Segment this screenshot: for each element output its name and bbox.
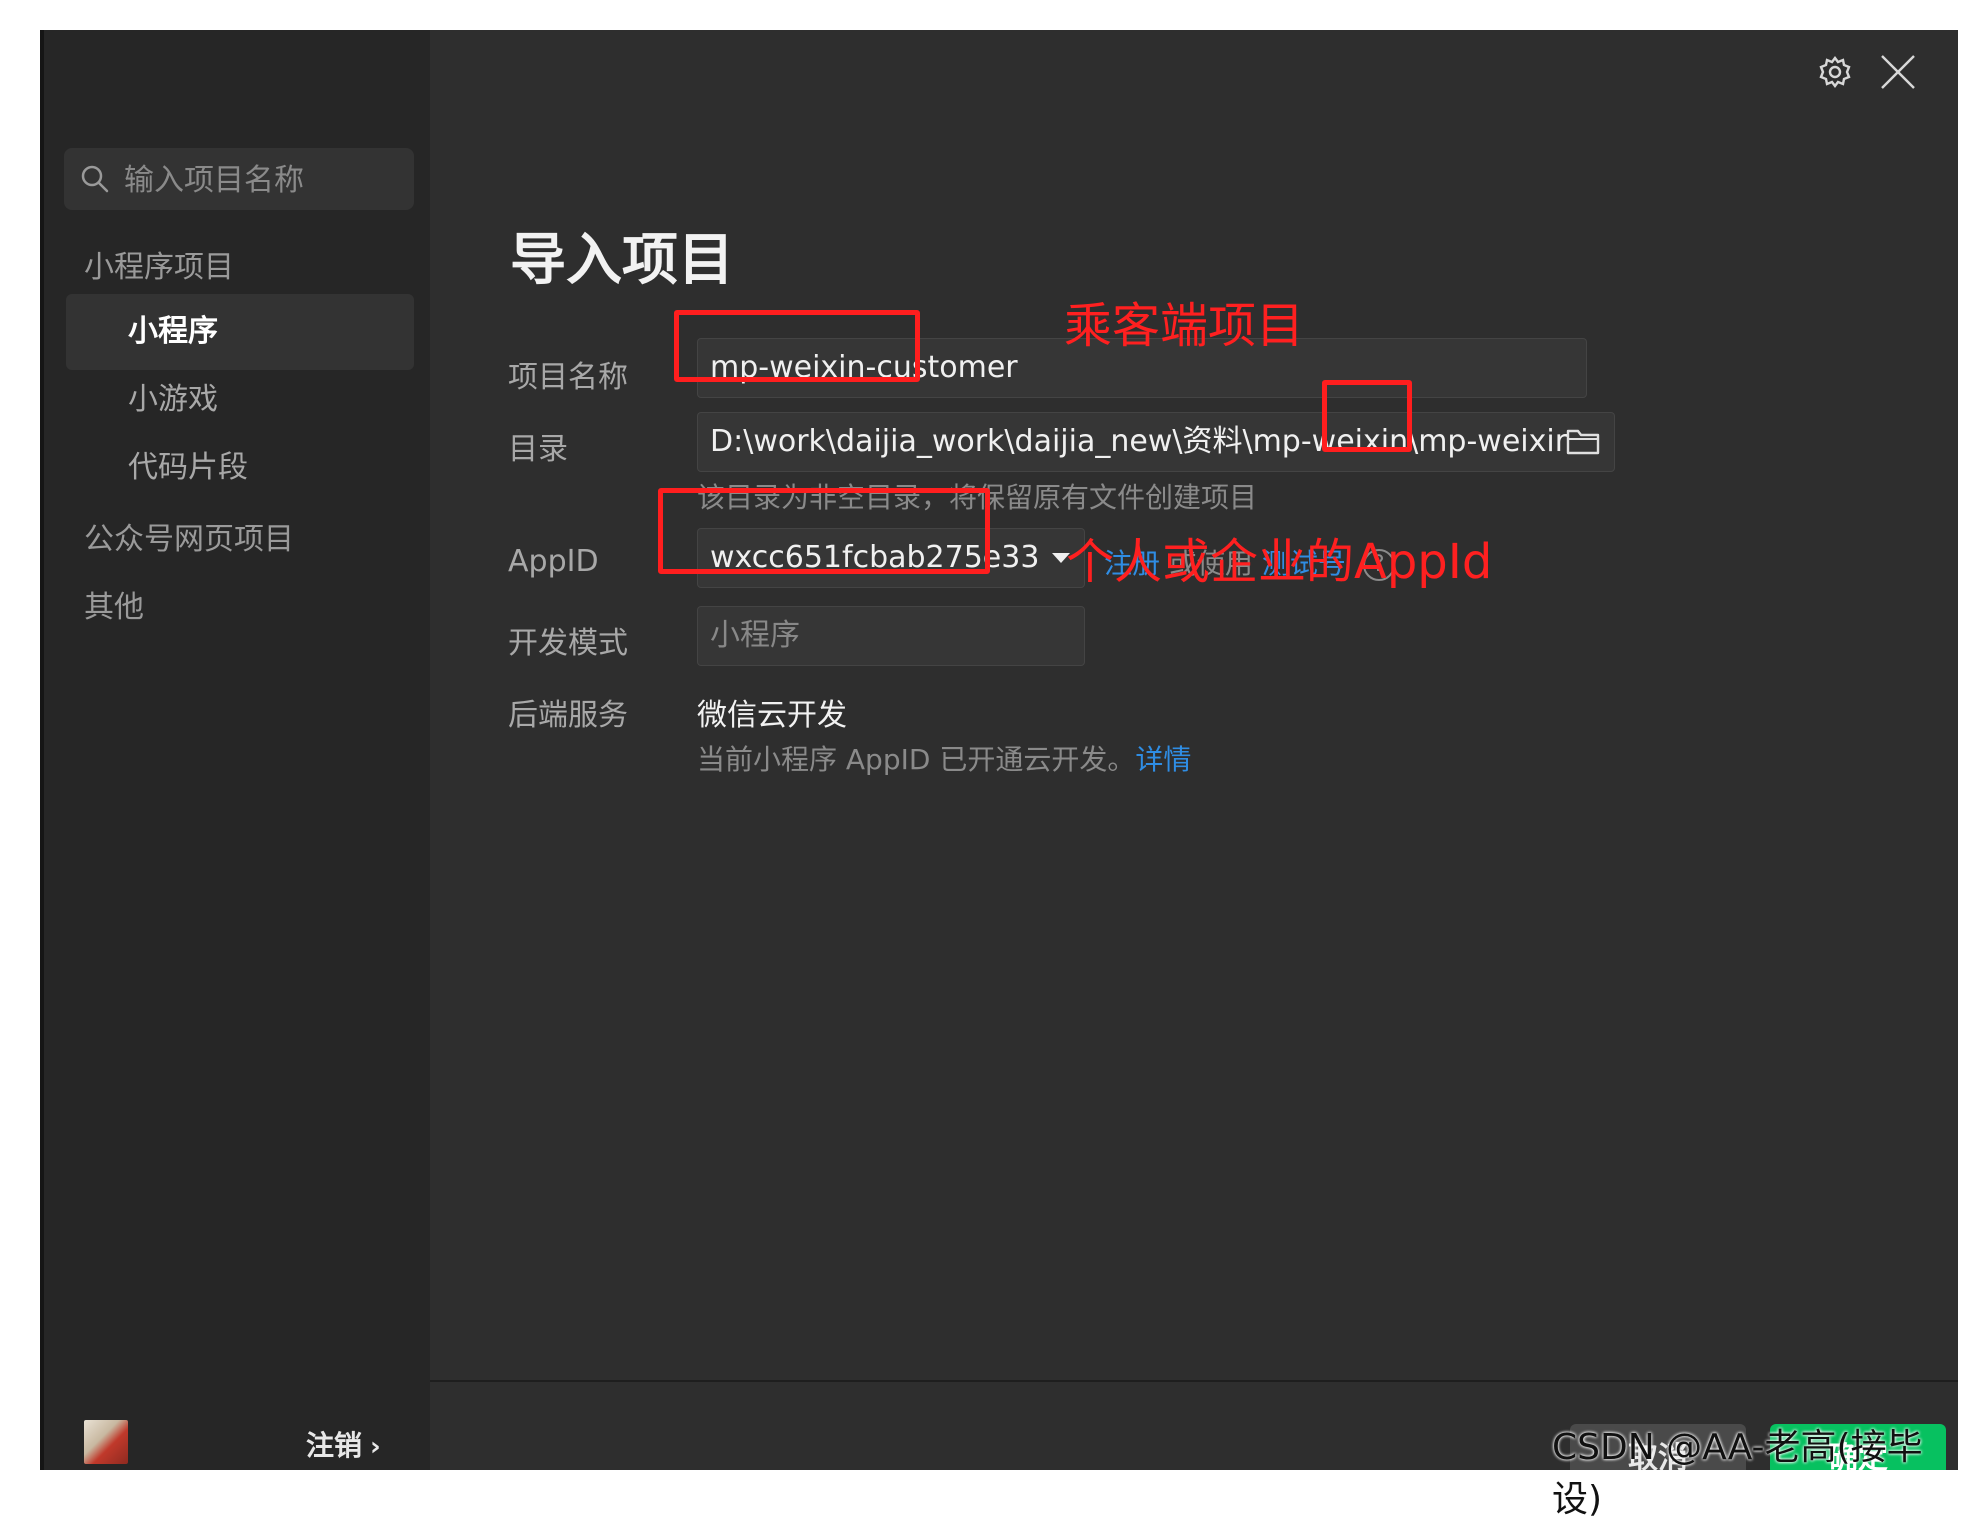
close-icon[interactable]: [1878, 52, 1918, 92]
backend-hint: 当前小程序 AppID 已开通云开发。详情: [697, 738, 1191, 778]
backend-hint-text: 当前小程序 AppID 已开通云开发。: [697, 743, 1136, 776]
search-icon: [81, 165, 109, 193]
details-link[interactable]: 详情: [1135, 743, 1191, 776]
annotation-project-note: 乘客端项目: [1064, 298, 1305, 354]
sidebar-item-miniprogram[interactable]: 小程序: [66, 294, 414, 370]
sidebar-item-code-snippet[interactable]: 代码片段: [66, 430, 414, 506]
main-panel: 导入项目 项目名称 mp-weixin-customer 目录 D:\work\…: [430, 30, 1958, 1470]
folder-icon: [1566, 429, 1600, 455]
search-input[interactable]: [122, 148, 406, 212]
logout-label: 注销: [306, 1429, 363, 1462]
directory-label: 目录: [508, 432, 568, 467]
browse-folder-button[interactable]: [1552, 412, 1614, 470]
sidebar-group-official-account[interactable]: 公众号网页项目: [84, 514, 294, 558]
sidebar-group-other[interactable]: 其他: [84, 582, 144, 626]
project-name-label: 项目名称: [508, 360, 628, 395]
window-controls: [1818, 52, 1918, 92]
annotation-box-appid: [658, 488, 990, 574]
backend-label: 后端服务: [508, 698, 628, 733]
sidebar: 小程序项目 小程序 小游戏 代码片段 公众号网页项目 其他 注销›: [40, 30, 430, 1470]
directory-input[interactable]: D:\work\daijia_work\daijia_new\资料\mp-wei…: [697, 412, 1615, 472]
avatar[interactable]: [84, 1420, 128, 1464]
gear-icon[interactable]: [1818, 55, 1852, 89]
annotation-box-folder: [1322, 380, 1412, 452]
chevron-right-icon: ›: [370, 1432, 381, 1462]
dev-mode-label: 开发模式: [508, 626, 628, 661]
sidebar-item-minigame[interactable]: 小游戏: [66, 362, 414, 438]
annotation-appid-note: 个人或企业的AppId: [1066, 534, 1493, 590]
logout-button[interactable]: 注销 ›: [306, 1424, 381, 1464]
import-project-window: 小程序项目 小程序 小游戏 代码片段 公众号网页项目 其他 注销› 导入项目 项…: [40, 30, 1958, 1470]
appid-label: AppID: [508, 544, 599, 579]
page-title: 导入项目: [510, 228, 734, 293]
sidebar-group-miniprogram: 小程序项目: [84, 250, 234, 285]
annotation-box-project-name: [674, 310, 920, 382]
search-box[interactable]: [64, 148, 414, 212]
watermark: CSDN @AA-老高(接毕设): [1552, 1427, 1923, 1520]
dev-mode-field: 小程序: [697, 606, 1085, 666]
backend-value: 微信云开发: [697, 698, 847, 733]
